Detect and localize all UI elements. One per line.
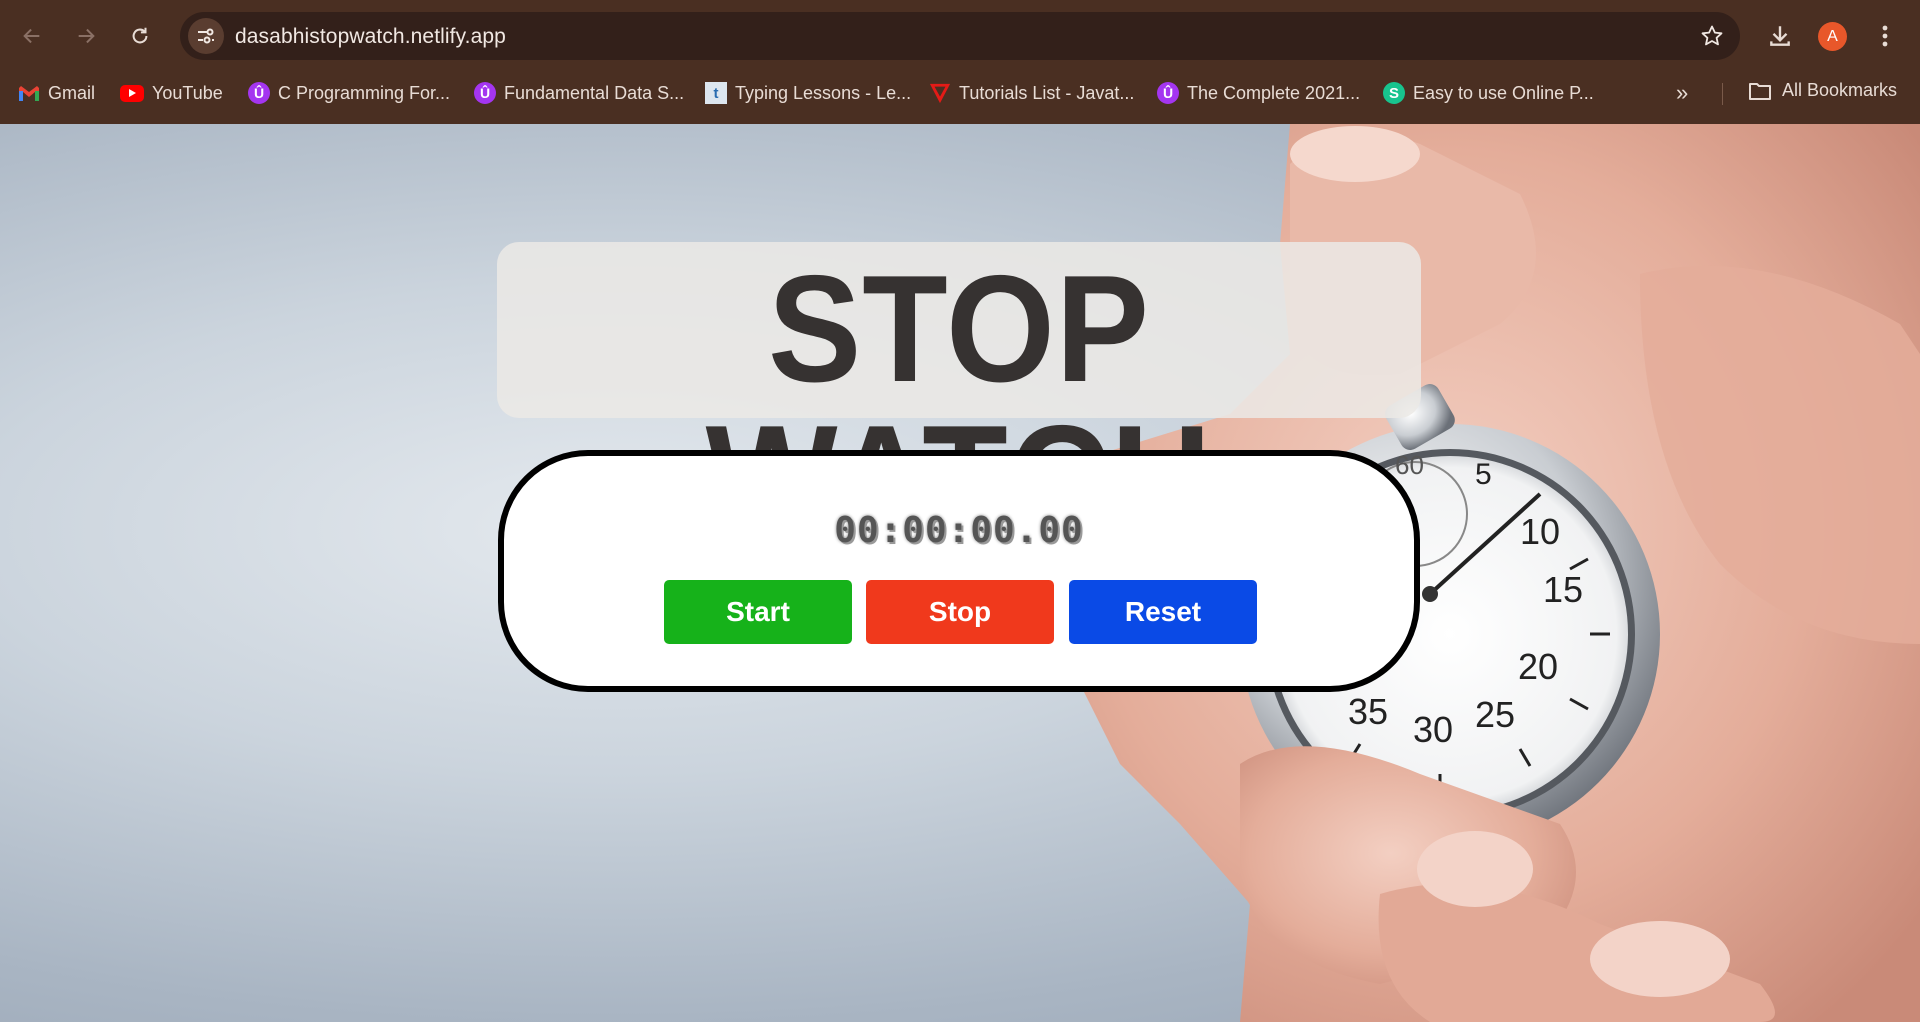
download-icon	[1770, 26, 1790, 46]
svg-text:25: 25	[1475, 694, 1515, 735]
back-button[interactable]	[14, 18, 50, 54]
browser-chrome: dasabhistopwatch.netlify.app A Gmail You…	[0, 0, 1920, 124]
page-content: 10 15 20 25 30 35 5 60 STOP WATCH 00:00:…	[0, 124, 1920, 1022]
title-banner: STOP WATCH	[497, 242, 1421, 555]
udemy-icon: Û	[474, 82, 496, 104]
bookmark-label: Gmail	[48, 82, 96, 103]
all-bookmarks-label: All Bookmarks	[1782, 80, 1898, 100]
svg-text:10: 10	[1520, 511, 1560, 552]
address-bar[interactable]: dasabhistopwatch.netlify.app	[180, 12, 1740, 60]
bookmark-easy-online[interactable]: S Easy to use Online P...	[1383, 80, 1594, 106]
svg-text:60: 60	[1395, 450, 1424, 480]
bookmark-fundamental-data[interactable]: Û Fundamental Data S...	[474, 80, 684, 106]
svg-text:30: 30	[1413, 709, 1453, 750]
gmail-icon	[18, 82, 40, 104]
bookmark-label: Fundamental Data S...	[504, 82, 685, 103]
bookmark-label: Tutorials List - Javat...	[959, 82, 1135, 103]
site-info-button[interactable]	[188, 18, 224, 54]
svg-text:5: 5	[1475, 458, 1492, 491]
url-text: dasabhistopwatch.netlify.app	[235, 25, 506, 48]
reset-button[interactable]: Reset	[1069, 580, 1257, 644]
stopwatch-card: 00:00:00.00 Start Stop Reset	[498, 450, 1420, 692]
typing-icon: t	[705, 82, 727, 104]
bookmark-label: C Programming For...	[278, 82, 451, 103]
bookmark-c-programming[interactable]: Û C Programming For...	[248, 80, 450, 106]
bookmark-star-button[interactable]	[1698, 22, 1726, 50]
folder-icon	[1749, 82, 1771, 100]
svg-text:15: 15	[1543, 569, 1583, 610]
start-button[interactable]: Start	[664, 580, 852, 644]
reload-button[interactable]	[122, 18, 158, 54]
youtube-icon	[120, 84, 144, 102]
profile-avatar[interactable]: A	[1818, 22, 1847, 51]
bookmark-label: YouTube	[152, 82, 223, 103]
downloads-button[interactable]	[1762, 18, 1798, 54]
svg-text:20: 20	[1518, 646, 1558, 687]
all-bookmarks-button[interactable]: All Bookmarks	[1748, 80, 1897, 101]
bookmarks-bar: Gmail YouTube Û C Programming For... Û F…	[0, 72, 1920, 112]
forward-button[interactable]	[68, 18, 104, 54]
forward-arrow-icon	[78, 28, 95, 44]
tune-icon	[198, 28, 214, 44]
browser-menu-button[interactable]	[1870, 18, 1900, 54]
back-arrow-icon	[23, 28, 40, 44]
bookmark-label: Typing Lessons - Le...	[735, 82, 912, 103]
stop-button[interactable]: Stop	[866, 580, 1054, 644]
s-icon: S	[1383, 82, 1405, 104]
bookmark-complete-2021[interactable]: Û The Complete 2021...	[1157, 80, 1360, 106]
kebab-menu-icon	[1882, 25, 1888, 47]
udemy-icon: Û	[1157, 82, 1179, 104]
browser-toolbar: dasabhistopwatch.netlify.app A	[0, 0, 1920, 72]
bookmark-label: The Complete 2021...	[1187, 82, 1361, 103]
reload-icon	[132, 27, 148, 44]
bookmark-typing-lessons[interactable]: t Typing Lessons - Le...	[705, 80, 911, 106]
more-bookmarks-button[interactable]: »	[1676, 80, 1688, 106]
bookmark-gmail[interactable]: Gmail	[18, 80, 95, 106]
bookmark-label: Easy to use Online P...	[1413, 82, 1594, 103]
bookmark-javatpoint[interactable]: Tutorials List - Javat...	[929, 80, 1134, 106]
bookmark-youtube[interactable]: YouTube	[120, 80, 223, 106]
time-display: 00:00:00.00	[834, 510, 1084, 551]
javatpoint-icon	[929, 82, 951, 104]
bookmarks-divider	[1722, 83, 1723, 105]
udemy-icon: Û	[248, 82, 270, 104]
star-icon	[1701, 25, 1723, 46]
svg-text:35: 35	[1348, 691, 1388, 732]
